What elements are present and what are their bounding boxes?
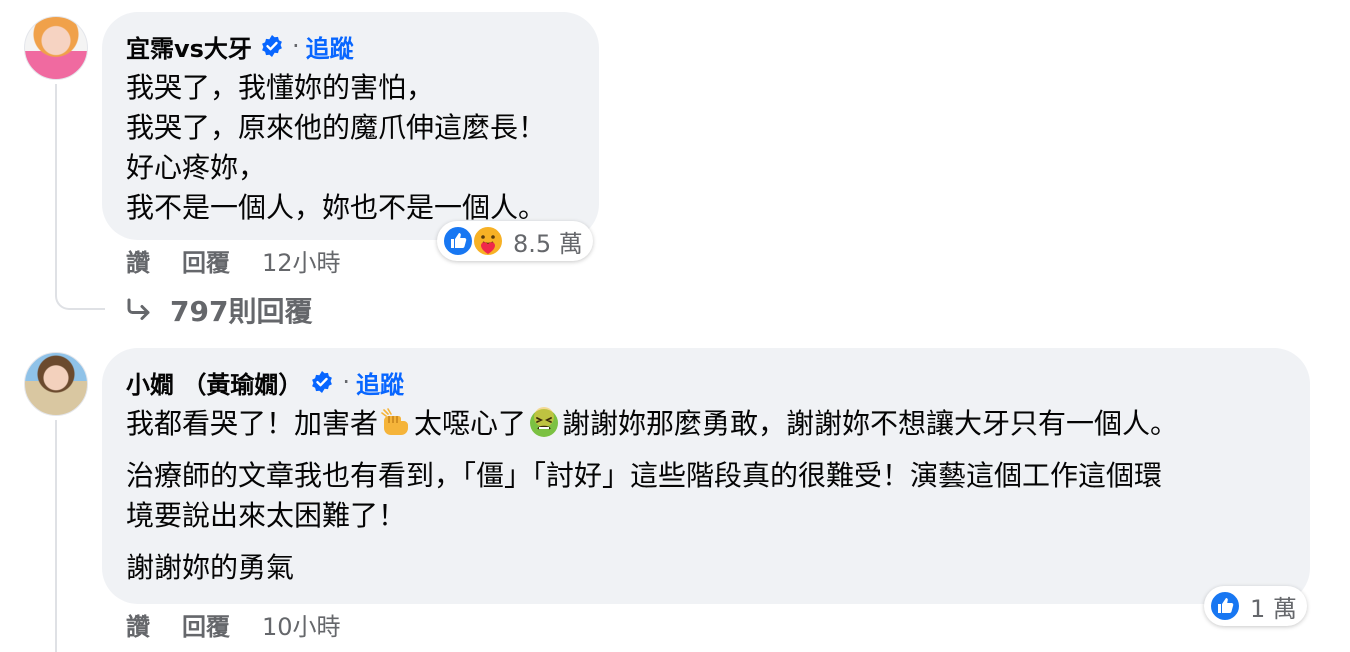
verified-badge-icon bbox=[312, 371, 333, 393]
comment-line: 我哭了，我懂妳的害怕， bbox=[126, 71, 435, 104]
punch-fist-emoji bbox=[381, 408, 409, 435]
reply-arrow-icon bbox=[127, 298, 150, 320]
view-replies-button[interactable]: 797則回覆 bbox=[126, 290, 312, 330]
like-icon bbox=[1209, 590, 1241, 622]
like-button[interactable]: 讚 bbox=[126, 607, 150, 642]
comment-line: 謝謝妳的勇氣 bbox=[126, 551, 295, 584]
comment-paragraph: 治療師的文章我也有看到，「僵」「討好」這些階段真的很難受！演藝這個工作這個環 境… bbox=[126, 456, 1286, 536]
comment-bubble: 宜霈vs大牙 · 追蹤 我哭了，我懂妳的害怕， 我哭了，原來他的魔爪伸這麼長！ … bbox=[102, 12, 599, 240]
text-segment: 太噁心了 bbox=[414, 407, 527, 440]
reply-button[interactable]: 回覆 bbox=[182, 607, 230, 642]
care-icon bbox=[472, 225, 504, 257]
reaction-summary[interactable]: 1 萬 bbox=[1204, 586, 1307, 626]
like-icon bbox=[442, 225, 474, 257]
separator-dot: · bbox=[342, 368, 350, 396]
comment-text: 我哭了，我懂妳的害怕， 我哭了，原來他的魔爪伸這麼長！ 好心疼妳， 我不是一個人… bbox=[126, 68, 575, 228]
comment-actions: 讚 回覆 10小時 bbox=[126, 607, 373, 642]
comment-line: 我哭了，原來他的魔爪伸這麼長！ bbox=[126, 111, 547, 144]
follow-button[interactable]: 追蹤 bbox=[356, 365, 404, 400]
comment-bubble: 小嫺 （黃瑜嫺） · 追蹤 我都看哭了！加害者 太噁心了 謝謝妳那麼勇敢，謝謝妳… bbox=[102, 348, 1310, 604]
comment-line: 境要說出來太困難了！ bbox=[126, 499, 407, 532]
follow-button[interactable]: 追蹤 bbox=[306, 29, 354, 64]
comment-line: 好心疼妳， bbox=[126, 151, 267, 184]
thread-line bbox=[55, 420, 57, 652]
reply-button[interactable]: 回覆 bbox=[182, 243, 230, 278]
timestamp[interactable]: 10小時 bbox=[262, 607, 341, 642]
text-segment: 我都看哭了！加害者 bbox=[126, 407, 379, 440]
comment-header: 小嫺 （黃瑜嫺） · 追蹤 bbox=[126, 365, 1286, 400]
nauseated-face-emoji bbox=[530, 407, 559, 437]
thread-line bbox=[55, 84, 57, 274]
replies-count: 797則回覆 bbox=[170, 295, 313, 328]
timestamp[interactable]: 12小時 bbox=[262, 243, 341, 278]
verified-badge-icon bbox=[262, 35, 282, 57]
thread-connector bbox=[55, 270, 105, 310]
comment-line: 我都看哭了！加害者 太噁心了 謝謝妳那麼勇敢，謝謝妳不想讓大牙只有一個人。 bbox=[126, 404, 1286, 444]
separator-dot: · bbox=[291, 32, 300, 60]
comment-header: 宜霈vs大牙 · 追蹤 bbox=[126, 29, 575, 64]
avatar[interactable] bbox=[24, 352, 88, 416]
reaction-count: 8.5 萬 bbox=[513, 229, 583, 258]
comment-actions: 讚 回覆 12小時 bbox=[126, 243, 373, 278]
comment-line: 治療師的文章我也有看到，「僵」「討好」這些階段真的很難受！演藝這個工作這個環 bbox=[126, 459, 1163, 492]
avatar[interactable] bbox=[24, 16, 88, 80]
reaction-count: 1 萬 bbox=[1250, 594, 1297, 623]
text-segment: 謝謝妳那麼勇敢，謝謝妳不想讓大牙只有一個人。 bbox=[562, 407, 1179, 440]
reaction-summary[interactable]: 8.5 萬 bbox=[437, 221, 593, 261]
like-button[interactable]: 讚 bbox=[126, 243, 150, 278]
comment-paragraph: 我都看哭了！加害者 太噁心了 謝謝妳那麼勇敢，謝謝妳不想讓大牙只有一個人。 bbox=[126, 404, 1286, 444]
author-name[interactable]: 小嫺 （黃瑜嫺） bbox=[126, 365, 302, 400]
author-name[interactable]: 宜霈vs大牙 bbox=[126, 29, 252, 64]
comment-paragraph: 謝謝妳的勇氣 bbox=[126, 548, 1286, 588]
